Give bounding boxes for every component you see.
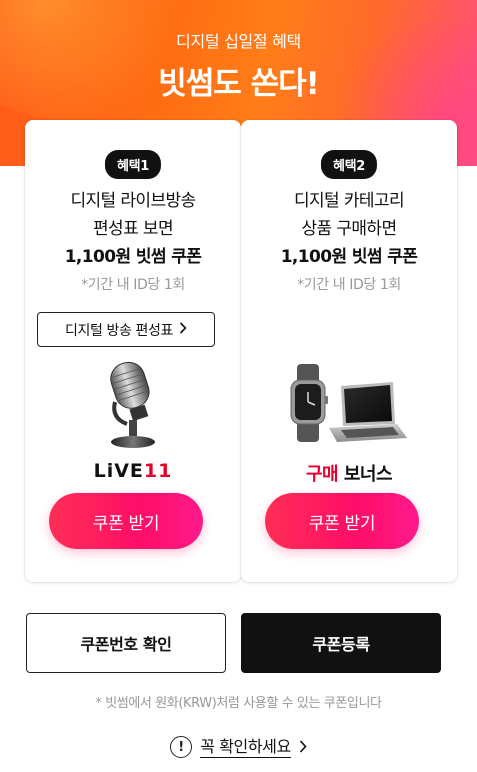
microphone-icon <box>25 358 241 450</box>
chevron-right-icon <box>299 738 307 757</box>
smartwatch-icon <box>290 364 328 442</box>
check-coupon-number-button[interactable]: 쿠폰번호 확인 <box>26 613 226 673</box>
broadcast-schedule-button[interactable]: 디지털 방송 편성표 <box>37 312 215 347</box>
benefit-line-1: 디지털 라이브방송 <box>70 191 196 211</box>
benefit-note: *기간 내 ID당 1회 <box>81 277 185 293</box>
devices-image <box>241 362 457 450</box>
purchase-bonus-logo: 구매 보너스 <box>305 464 393 485</box>
benefit-card-2: 혜택2 디지털 카테고리 상품 구매하면 1,100원 빗썸 쿠폰 *기간 내 … <box>241 120 457 582</box>
register-coupon-button[interactable]: 쿠폰등록 <box>241 613 441 673</box>
disclaimer-text: * 빗썸에서 원화(KRW)처럼 사용할 수 있는 쿠폰입니다 <box>95 696 382 711</box>
benefit-line-1: 디지털 카테고리 <box>293 191 405 211</box>
broadcast-schedule-label: 디지털 방송 편성표 <box>65 322 173 339</box>
alert-circle-icon: ! <box>170 736 193 758</box>
benefit-badge: 혜택2 <box>320 150 378 179</box>
benefit-line-2: 상품 구매하면 <box>301 219 397 239</box>
benefit-card-1: 혜택1 디지털 라이브방송 편성표 보면 1,100원 빗썸 쿠폰 *기간 내 … <box>25 120 241 582</box>
laptop-icon <box>329 382 407 442</box>
get-coupon-button-1[interactable]: 쿠폰 받기 <box>49 493 203 549</box>
must-check-label: 꼭 확인하세요 <box>200 736 291 758</box>
benefit-badge: 혜택1 <box>104 150 162 179</box>
benefit-note: *기간 내 ID당 1회 <box>297 277 401 293</box>
must-check-link[interactable]: ! 꼭 확인하세요 <box>0 736 477 758</box>
chevron-right-icon <box>179 322 187 337</box>
hero-subtitle: 디지털 십일절 혜택 <box>176 32 301 51</box>
live11-logo: LiVE11 <box>93 460 173 482</box>
benefit-amount: 1,100원 빗썸 쿠폰 <box>64 247 202 267</box>
get-coupon-button-2[interactable]: 쿠폰 받기 <box>265 493 419 549</box>
benefit-amount: 1,100원 빗썸 쿠폰 <box>280 247 418 267</box>
benefit-line-2: 편성표 보면 <box>92 219 174 239</box>
hero-title: 빗썸도 쏜다! <box>158 66 320 102</box>
